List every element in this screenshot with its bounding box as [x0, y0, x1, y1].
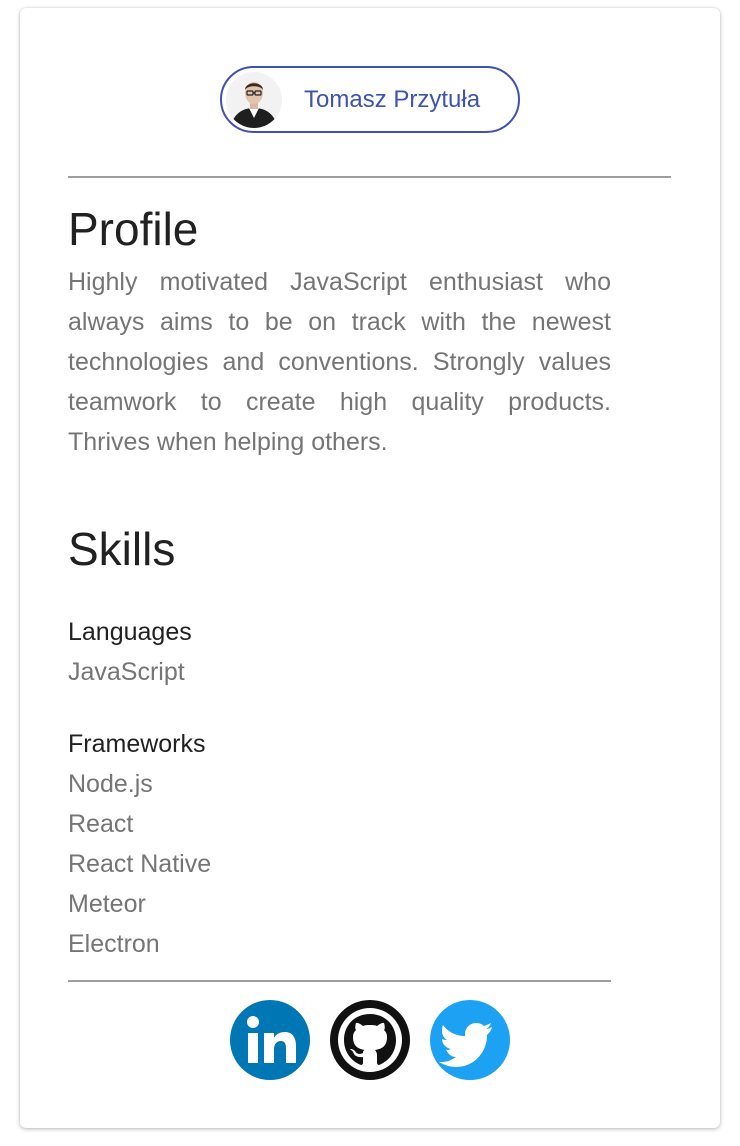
- skills-heading: Skills: [68, 523, 176, 575]
- frameworks-label: Frameworks: [68, 730, 206, 758]
- skill-item: Node.js: [68, 770, 153, 798]
- twitter-link[interactable]: [430, 1000, 510, 1080]
- profile-name: Tomasz Przytuła: [304, 85, 481, 113]
- skill-item: Meteor: [68, 890, 146, 918]
- skill-item: JavaScript: [68, 658, 185, 686]
- avatar: [226, 71, 282, 128]
- profile-summary: Highly motivated JavaScript enthusiast w…: [68, 268, 611, 456]
- skill-item: React Native: [68, 850, 212, 878]
- twitter-icon: [439, 1023, 492, 1067]
- profile-card: Tomasz Przytuła Profile Highly motivated…: [20, 8, 720, 1128]
- profile-heading: Profile: [68, 203, 199, 255]
- github-icon: [338, 1008, 402, 1072]
- languages-label: Languages: [68, 618, 192, 646]
- linkedin-icon: [247, 1016, 296, 1063]
- divider: [68, 176, 671, 178]
- profile-chip[interactable]: Tomasz Przytuła: [220, 66, 520, 133]
- linkedin-link[interactable]: [230, 1000, 310, 1080]
- skill-item: Electron: [68, 930, 160, 958]
- skill-item: React: [68, 810, 134, 838]
- divider: [68, 980, 611, 982]
- github-link[interactable]: [330, 1000, 410, 1080]
